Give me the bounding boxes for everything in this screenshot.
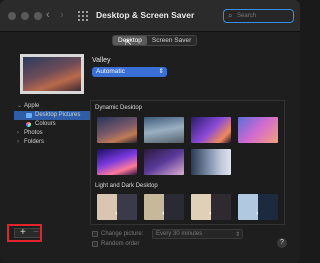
- preview-image: [23, 57, 81, 91]
- wallpaper-thumbnail[interactable]: ◐: [97, 194, 137, 220]
- change-picture-checkbox[interactable]: [92, 231, 98, 237]
- wallpaper-grid-panel: Dynamic Desktop Light and Dark Desktop ◐…: [90, 100, 285, 225]
- search-placeholder: Search: [237, 13, 257, 19]
- chevron-updown-icon: ⇕: [234, 232, 240, 238]
- mouse-cursor-icon: ⇱: [125, 38, 132, 47]
- random-order-label: Random order: [101, 241, 140, 247]
- sidebar-group-label: Apple: [24, 103, 40, 109]
- section-title-light-dark: Light and Dark Desktop: [95, 183, 158, 189]
- random-order-checkbox[interactable]: [92, 241, 98, 247]
- wallpaper-thumbnail[interactable]: [191, 117, 231, 143]
- back-button[interactable]: ‹: [46, 9, 50, 21]
- change-picture-label: Change picture:: [101, 231, 144, 237]
- sidebar-item-label: Desktop Pictures: [35, 112, 81, 118]
- disclosure-closed-icon: ›: [17, 139, 19, 145]
- wallpaper-thumbnail[interactable]: [144, 117, 184, 143]
- sidebar-group-label: Photos: [24, 130, 43, 136]
- search-field[interactable]: ⌕ Search: [223, 9, 294, 23]
- sidebar-group-photos[interactable]: › Photos: [14, 129, 94, 138]
- colour-wheel-icon: [26, 122, 31, 127]
- tab-screen-saver[interactable]: Screen Saver: [147, 36, 196, 45]
- picture-name: Valley: [92, 57, 111, 64]
- title-bar: ‹ › Desktop & Screen Saver ⌕ Search: [0, 0, 300, 32]
- interval-value: Every 30 minutes: [156, 231, 203, 237]
- source-sidebar: ⌄ Apple Desktop Pictures Colours › Photo…: [14, 100, 94, 197]
- sidebar-item-label: Colours: [35, 121, 56, 127]
- wallpaper-thumbnail[interactable]: [238, 117, 278, 143]
- annotation-highlight-box: [7, 224, 42, 242]
- light-dark-icon: ◐: [256, 211, 260, 217]
- window-title: Desktop & Screen Saver: [96, 10, 195, 20]
- light-dark-icon: ◐: [209, 211, 213, 217]
- wallpaper-thumbnail[interactable]: ◐: [144, 194, 184, 220]
- disclosure-closed-icon: ›: [17, 130, 19, 136]
- desktop-screensaver-window: ‹ › Desktop & Screen Saver ⌕ Search Desk…: [0, 0, 300, 263]
- wallpaper-thumbnail[interactable]: ◐: [191, 194, 231, 220]
- light-dark-icon: ◐: [162, 211, 166, 217]
- wallpaper-thumbnail[interactable]: [97, 149, 137, 175]
- minimize-window-button[interactable]: [21, 12, 29, 20]
- sidebar-item-colours[interactable]: Colours: [14, 120, 94, 129]
- light-dark-icon: ◐: [115, 211, 119, 217]
- disclosure-open-icon: ⌄: [17, 103, 23, 109]
- forward-button[interactable]: ›: [60, 9, 64, 21]
- wallpaper-thumbnail[interactable]: [191, 149, 231, 175]
- sidebar-group-folders[interactable]: › Folders: [14, 138, 94, 147]
- dropdown-value: Automatic: [96, 68, 125, 75]
- interval-dropdown[interactable]: Every 30 minutes ⇕: [152, 229, 243, 239]
- wallpaper-thumbnail[interactable]: ◐: [238, 194, 278, 220]
- show-all-grid-icon[interactable]: [78, 11, 88, 21]
- close-window-button[interactable]: [8, 12, 16, 20]
- chevron-updown-icon: ⇕: [158, 68, 164, 75]
- section-title-dynamic: Dynamic Desktop: [95, 105, 143, 111]
- search-icon: ⌕: [228, 11, 233, 20]
- wallpaper-thumbnail[interactable]: [144, 149, 184, 175]
- zoom-window-button[interactable]: [34, 12, 42, 20]
- sidebar-item-desktop-pictures[interactable]: Desktop Pictures: [14, 111, 94, 120]
- sidebar-group-label: Folders: [24, 139, 45, 145]
- sidebar-group-apple[interactable]: ⌄ Apple: [14, 102, 94, 111]
- help-button[interactable]: ?: [277, 238, 287, 248]
- wallpaper-thumbnail[interactable]: [97, 117, 137, 143]
- appearance-mode-dropdown[interactable]: Automatic ⇕: [92, 67, 167, 77]
- folder-icon: [26, 113, 32, 118]
- current-picture-preview: [20, 54, 84, 94]
